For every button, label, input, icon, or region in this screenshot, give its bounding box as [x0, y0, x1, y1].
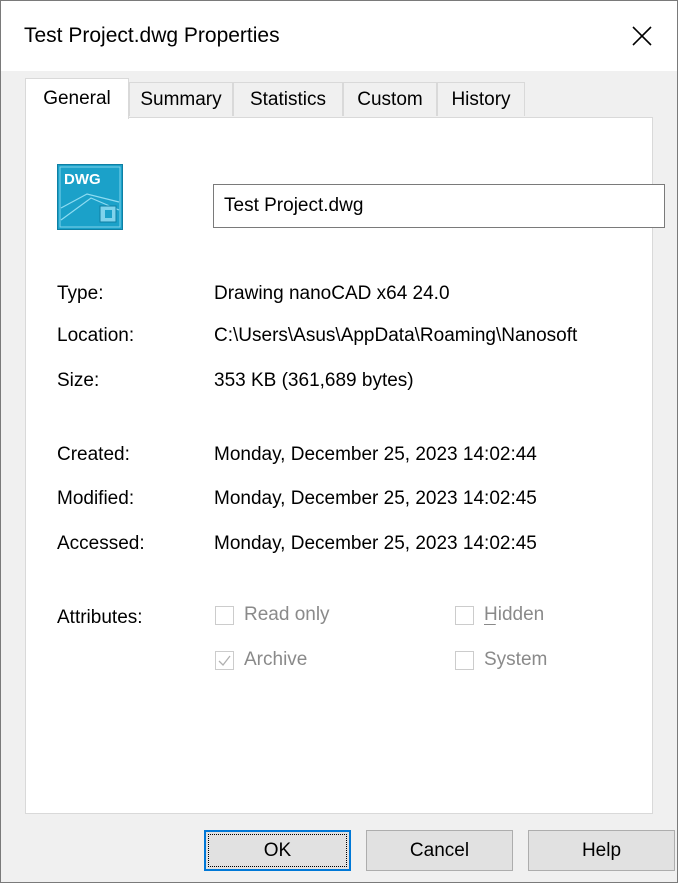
archive-checkbox[interactable]: Archive [215, 649, 307, 671]
hidden-label-text: Hidden [484, 604, 545, 625]
hidden-checkbox[interactable]: Hidden [455, 604, 545, 626]
accessed-value: Monday, December 25, 2023 14:02:45 [214, 533, 537, 554]
hidden-label: Hidden [484, 604, 545, 626]
dwg-file-icon: DWG [57, 164, 123, 230]
checkmark-icon [218, 655, 231, 666]
cancel-button-label: Cancel [409, 840, 470, 861]
window-title: Test Project.dwg Properties [24, 24, 280, 47]
accessed-label: Accessed: [57, 533, 145, 554]
general-panel: DWG Type: Drawing nanoCAD x64 24.0 Locat… [25, 117, 665, 814]
tab-general[interactable]: General [25, 78, 129, 119]
type-label: Type: [57, 283, 104, 304]
location-value: C:\Users\Asus\AppData\Roaming\Nanosoft [214, 325, 578, 346]
help-button-label: Help [581, 840, 622, 861]
read-only-label: Read only [244, 604, 330, 625]
close-icon [632, 26, 652, 46]
close-button[interactable] [607, 1, 677, 71]
dwg-icon-label: DWG [64, 171, 101, 188]
read-only-checkbox[interactable]: Read only [215, 604, 330, 626]
system-checkbox-box[interactable] [455, 650, 474, 670]
tab-statistics[interactable]: Statistics [233, 82, 343, 116]
system-checkbox[interactable]: System [455, 649, 547, 671]
cancel-button[interactable]: Cancel [366, 830, 513, 871]
system-label: System [484, 649, 548, 670]
created-label: Created: [57, 444, 130, 465]
tab-history[interactable]: History [437, 82, 525, 116]
help-button[interactable]: Help [528, 830, 675, 871]
file-name-input[interactable] [213, 184, 665, 228]
size-label: Size: [57, 370, 100, 391]
modified-value: Monday, December 25, 2023 14:02:45 [214, 488, 537, 509]
tab-custom[interactable]: Custom [343, 82, 437, 116]
ok-button-label: OK [263, 840, 292, 861]
archive-checkbox-box[interactable] [215, 650, 234, 670]
title-bar: Test Project.dwg Properties [1, 1, 677, 71]
properties-dialog: Test Project.dwg Properties General Summ… [0, 0, 678, 883]
ok-button[interactable]: OK [204, 830, 351, 871]
location-label: Location: [57, 325, 135, 346]
read-only-checkbox-box[interactable] [215, 605, 234, 625]
hidden-checkbox-box[interactable] [455, 605, 474, 625]
attributes-label: Attributes: [57, 607, 143, 628]
type-value: Drawing nanoCAD x64 24.0 [214, 283, 450, 304]
created-value: Monday, December 25, 2023 14:02:44 [214, 444, 537, 465]
archive-label: Archive [244, 649, 308, 670]
size-value: 353 KB (361,689 bytes) [214, 370, 414, 391]
tab-summary[interactable]: Summary [129, 82, 233, 116]
modified-label: Modified: [57, 488, 135, 509]
